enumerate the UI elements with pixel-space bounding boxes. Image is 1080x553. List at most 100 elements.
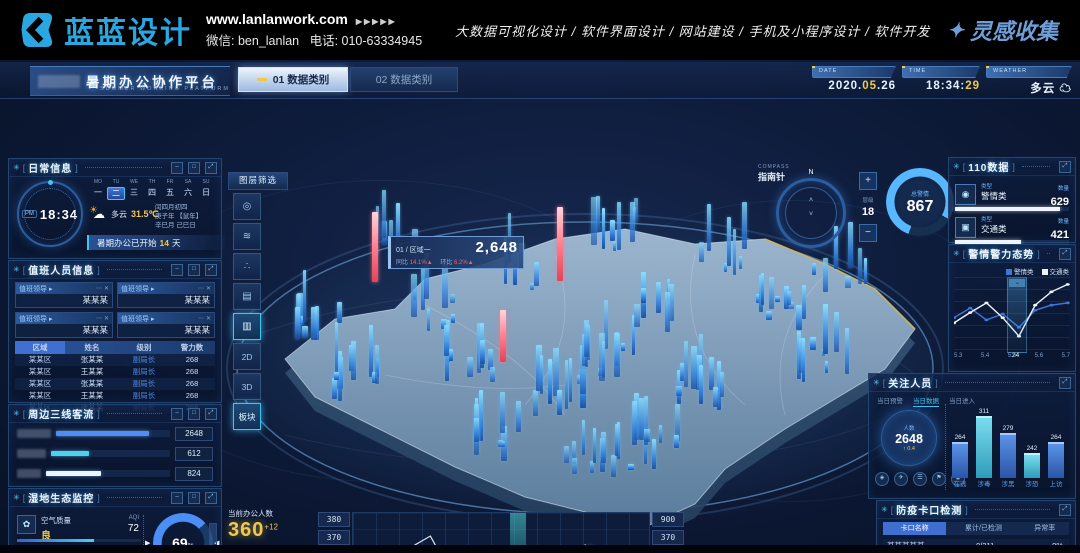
more-icon[interactable]: ⋯ [96, 285, 102, 292]
layer-filter-title: 图层筛选 [228, 172, 288, 190]
data-column [845, 276, 851, 288]
building-icon[interactable]: ▤ [233, 283, 261, 310]
table-row: 某某区张某某副局长268 [15, 378, 215, 390]
duty-leader-card: 值班领导▸⋯✕某某某 [15, 312, 113, 338]
bar-item: 311涉毒 [976, 408, 992, 478]
air-unit: AQI [129, 515, 139, 521]
data-column [572, 458, 577, 474]
bracket: ] [1037, 249, 1040, 259]
time-box: TIME 18:34:29 [902, 66, 980, 92]
duty-name: 某某某 [118, 294, 214, 307]
data-column [500, 392, 505, 433]
duty-role: 值班领导 [121, 314, 149, 324]
clock-tick [48, 180, 53, 185]
minimize-icon[interactable]: – [171, 408, 183, 420]
expand-icon[interactable]: ⤢ [1059, 248, 1071, 260]
website-link[interactable]: www.lanlanwork.com▶▶▶▶▶ [206, 11, 422, 27]
window-icon[interactable]: □ [188, 264, 200, 276]
expand-icon[interactable]: ⤢ [205, 408, 217, 420]
expand-icon[interactable]: ⤢ [1059, 161, 1071, 173]
close-icon[interactable]: ✕ [104, 285, 109, 292]
focus-icon[interactable]: ◈ [875, 472, 889, 486]
data-column [553, 348, 559, 396]
focus-icon[interactable]: ✈ [894, 472, 908, 486]
office-label: 当前办公人数 [228, 508, 316, 519]
tab-data-category-2[interactable]: 02 数据类别 [350, 67, 458, 92]
dotted-trail [85, 167, 162, 168]
blocks-button[interactable]: 板块 [233, 403, 261, 430]
inspiration-collect-button[interactable]: ✦ 灵感收集 [947, 0, 1058, 60]
duty-role: 值班领导 [121, 284, 149, 294]
focus-tab[interactable]: 当日预警 [877, 395, 903, 407]
dotted-trail [107, 497, 162, 498]
bracket: ] [965, 505, 968, 515]
leaf-icon: ✿ [17, 515, 36, 534]
weather-label: WEATHER [986, 66, 1072, 78]
column-header: 累计/已检测 [946, 522, 1020, 535]
band-tooltip: ⌄ [1009, 279, 1025, 287]
data-column [295, 307, 300, 339]
more-icon[interactable]: ⋯ [96, 315, 102, 322]
layer-filter-toolbar: ◎ ≋ ∴ ▤ ▥ 2D 3D 板块 [233, 193, 263, 430]
more-icon[interactable]: ⋯ [198, 315, 204, 322]
window-icon[interactable]: □ [188, 408, 200, 420]
gauge-ring [886, 168, 954, 236]
panel-title: 关注人员 [888, 375, 932, 390]
window-icon[interactable]: □ [188, 162, 200, 174]
services-tagline: 大数据可视化设计 / 软件界面设计 / 网站建设 / 手机及小程序设计 / 软件… [455, 0, 930, 60]
expand-icon[interactable]: ⤢ [205, 492, 217, 504]
x-axis-labels: 5.35.45.55.65.7 [954, 353, 1070, 359]
panel-police-trend: ✳[ 警情警力态势 ] ⤢ 警情类交通类 ⌄ 24 5.35.45.55.65.… [948, 244, 1076, 372]
circle-value: 2648 [895, 432, 923, 446]
legend-item[interactable]: 警情类 [1006, 266, 1034, 276]
data-column [474, 418, 479, 442]
legend-item[interactable]: 交通类 [1042, 266, 1070, 276]
cluster-icon[interactable]: ∴ [233, 253, 261, 280]
expand-icon[interactable]: ⤢ [1059, 377, 1071, 389]
zoom-out-button[interactable]: − [859, 224, 877, 242]
data-column [766, 311, 772, 320]
expand-icon[interactable]: ⤢ [1059, 504, 1071, 516]
more-icon[interactable]: ⋯ [198, 285, 204, 292]
signal-icon[interactable]: ≋ [233, 223, 261, 250]
expand-icon[interactable]: ⤢ [205, 162, 217, 174]
minimize-icon[interactable]: – [171, 162, 183, 174]
dotted-trail [1022, 166, 1050, 167]
tab-data-category-1[interactable]: 01 数据类别 [238, 67, 348, 92]
bracket: [ [883, 378, 886, 388]
focus-tab[interactable]: 当日数据 [913, 395, 939, 407]
alert-column [372, 212, 378, 282]
minimize-icon[interactable]: – [171, 492, 183, 504]
panel-title: 防疫卡口检测 [896, 502, 962, 517]
compass-dial[interactable]: N ˄ ˅ [776, 178, 846, 248]
focus-icon[interactable]: ☰ [913, 472, 927, 486]
close-icon[interactable]: ✕ [206, 315, 211, 322]
panel-decor: ✳ [13, 493, 20, 502]
logo-text: 蓝蓝设计 [64, 8, 192, 52]
bar-value: 242 [1027, 445, 1038, 452]
data-column [479, 390, 483, 441]
view-3d-button[interactable]: 3D [233, 373, 261, 400]
x-tick: 5.7 [1062, 353, 1070, 359]
ticker-value: 900 [652, 512, 684, 527]
window-icon[interactable]: □ [188, 492, 200, 504]
expand-icon[interactable]: ⤢ [205, 264, 217, 276]
camera-icon[interactable]: ◎ [233, 193, 261, 220]
focus-icon[interactable]: ⚑ [932, 472, 946, 486]
alarm-icon: ◉ [955, 184, 976, 205]
minimize-icon[interactable]: – [171, 264, 183, 276]
arrow-icon: ▸ [151, 285, 155, 293]
view-2d-button[interactable]: 2D [233, 343, 261, 370]
close-icon[interactable]: ✕ [206, 285, 211, 292]
panel-decor: ✳ [873, 378, 880, 387]
bracket: ] [935, 378, 938, 388]
bar-label: 在逃 [954, 478, 967, 488]
sparkle-icon: ✦ [947, 18, 964, 43]
ticker-value: 380 [318, 512, 350, 527]
summer-days-banner: 暑期办公已开始14天 [87, 235, 225, 250]
close-icon[interactable]: ✕ [104, 315, 109, 322]
barchart-icon[interactable]: ▥ [233, 313, 261, 340]
zoom-in-button[interactable]: + [859, 172, 877, 190]
data-column [845, 328, 849, 374]
data-column [534, 262, 539, 286]
